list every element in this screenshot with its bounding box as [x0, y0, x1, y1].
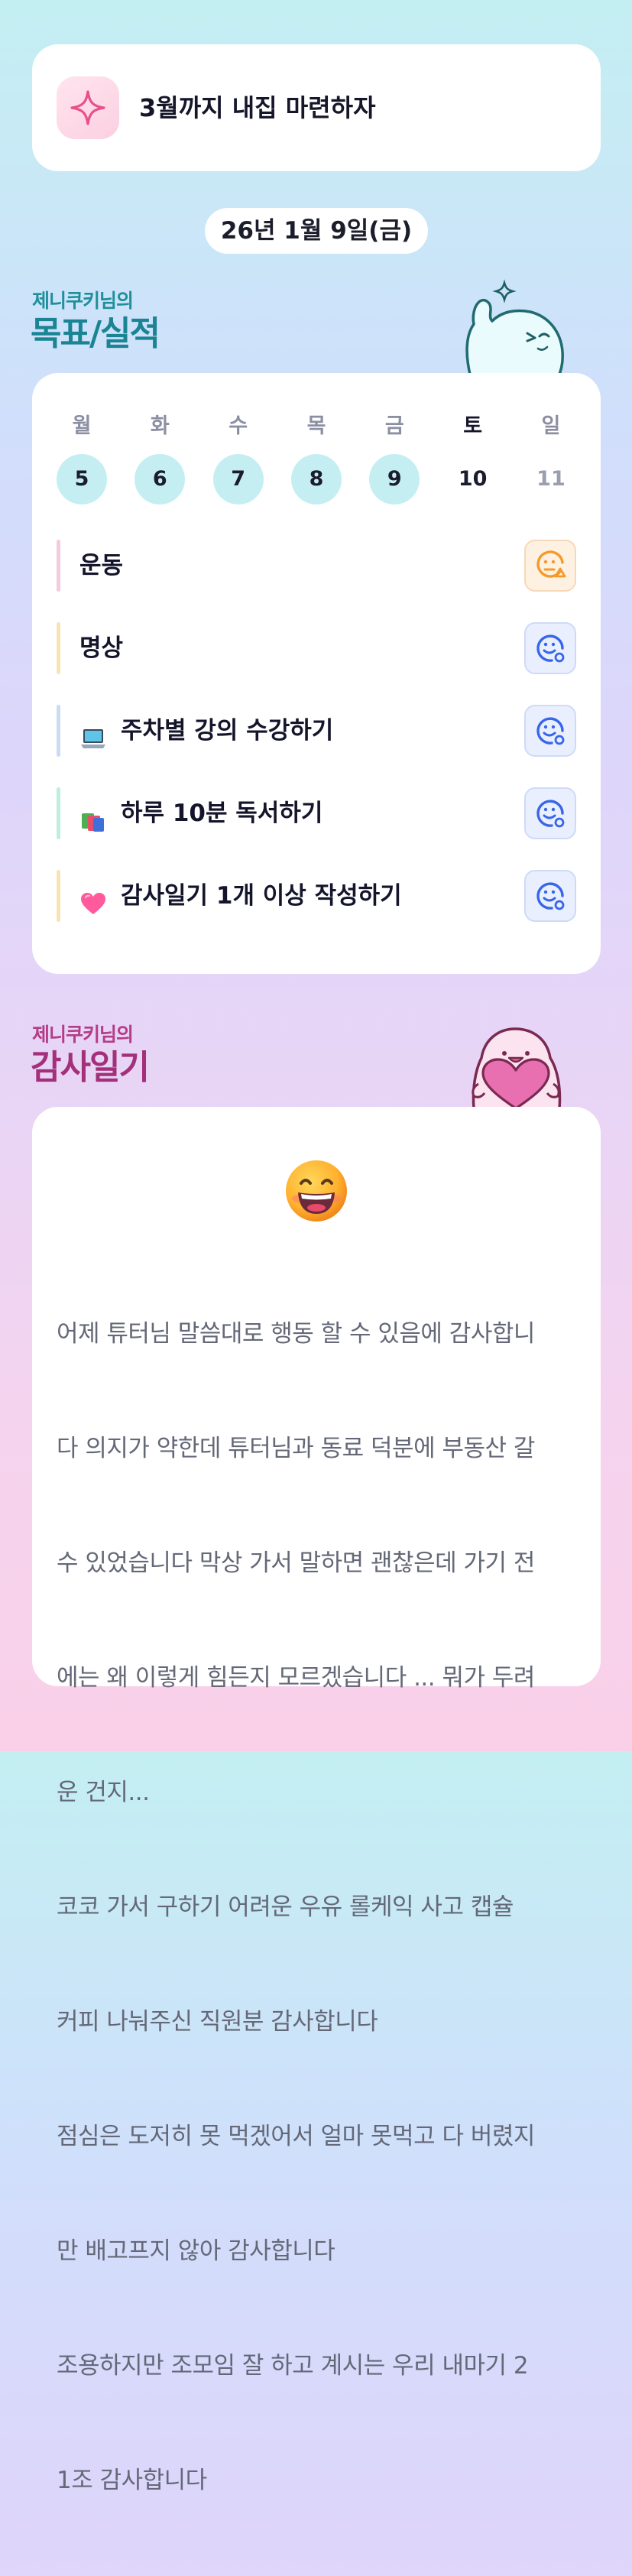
- grinning-face-icon: [286, 1160, 347, 1221]
- day-name: 수: [228, 414, 248, 438]
- goal-label: 명상: [79, 634, 124, 662]
- diary-line: 다 의지가 약한데 튜터님과 동료 덕분에 부동산 갈: [57, 1435, 535, 1462]
- day-name: 금: [384, 414, 404, 438]
- goal-row[interactable]: 주차별 강의 수강하기: [57, 705, 576, 757]
- goal-color-bar: [57, 622, 60, 674]
- goal-label: 하루 10분 독서하기: [79, 787, 322, 839]
- diary-line: 수 있었습니다 막상 가서 말하면 괜찮은데 가기 전: [57, 1549, 535, 1577]
- goal-text: 3월까지 내집 마련하자: [139, 93, 376, 122]
- day-name: 목: [306, 414, 326, 438]
- goal-color-bar: [57, 870, 60, 922]
- laptop-icon: [79, 718, 107, 748]
- date-selector[interactable]: 26년 1월 9일(금): [205, 208, 428, 254]
- goal-row[interactable]: 하루 10분 독서하기: [57, 787, 576, 839]
- diary-section-title: 감사일기: [31, 1048, 150, 1087]
- goals-card: 월 5 화 6 수 7 목 8 금 9 토 10 일 11 운동 명상 주차별 …: [32, 373, 601, 974]
- goal-color-bar: [57, 787, 60, 839]
- day-number: 11: [536, 467, 566, 491]
- diary-line: 점심은 도저히 못 먹겠어서 얼마 못먹고 다 버렸지: [57, 2123, 535, 2150]
- goal-label: 주차별 강의 수강하기: [79, 705, 333, 757]
- day-sat[interactable]: 토 10: [448, 411, 498, 504]
- diary-line: 운 건지...: [57, 1779, 150, 1806]
- warning-face-icon[interactable]: [524, 540, 576, 592]
- day-sun[interactable]: 일 11: [526, 411, 576, 504]
- day-number: 10: [458, 467, 488, 491]
- day-name: 일: [541, 414, 561, 438]
- day-thu[interactable]: 목 8: [290, 411, 342, 504]
- day-fri[interactable]: 금 9: [369, 411, 420, 504]
- day-number: 7: [212, 454, 264, 504]
- diary-card[interactable]: 어제 튜터님 말씀대로 행동 할 수 있음에 감사합니 다 의지가 약한데 튜터…: [32, 1107, 601, 2494]
- goal-label: 운동: [79, 552, 124, 579]
- day-tue[interactable]: 화 6: [135, 411, 186, 504]
- diary-text: 어제 튜터님 말씀대로 행동 할 수 있음에 감사합니 다 의지가 약한데 튜터…: [57, 1238, 579, 2576]
- day-number: 8: [290, 454, 342, 504]
- sparkle-icon: [57, 76, 119, 139]
- day-number: 9: [369, 454, 420, 504]
- heart-icon: [79, 883, 107, 914]
- goal-row[interactable]: 감사일기 1개 이상 작성하기: [57, 870, 576, 922]
- day-number: 5: [57, 454, 107, 504]
- goal-color-bar: [57, 540, 60, 592]
- smile-face-icon[interactable]: [524, 705, 576, 757]
- mascot-waving-icon: [465, 279, 564, 378]
- smile-face-icon[interactable]: [524, 787, 576, 839]
- day-mon[interactable]: 월 5: [57, 411, 107, 504]
- goal-row[interactable]: 운동: [57, 540, 576, 592]
- goals-section-title: 목표/실적: [31, 314, 160, 353]
- goal-label: 감사일기 1개 이상 작성하기: [79, 870, 402, 922]
- diary-line: 코코 가서 구하기 어려운 우유 롤케익 사고 캡슐: [57, 1893, 514, 1921]
- smile-face-icon[interactable]: [524, 870, 576, 922]
- goal-row[interactable]: 명상: [57, 622, 576, 674]
- diary-line: 조용하지만 조모임 잘 하고 계시는 우리 내마기 2: [57, 2352, 529, 2380]
- goal-card[interactable]: 3월까지 내집 마련하자: [32, 44, 601, 171]
- smile-face-icon[interactable]: [524, 622, 576, 674]
- day-wed[interactable]: 수 7: [212, 411, 264, 504]
- mascot-heart-icon: [472, 1027, 562, 1108]
- day-name: 월: [72, 414, 92, 438]
- diary-line: 어제 튜터님 말씀대로 행동 할 수 있음에 감사합니: [57, 1320, 535, 1348]
- day-name: 화: [150, 414, 170, 438]
- day-name: 토: [463, 414, 483, 438]
- diary-line: 1조 감사합니다: [57, 2467, 207, 2494]
- diary-line: 에는 왜 이렇게 힘든지 모르겠습니다 ... 뭐가 두려: [57, 1664, 535, 1692]
- books-icon: [79, 800, 107, 832]
- day-number: 6: [135, 454, 186, 504]
- week-strip: 월 5 화 6 수 7 목 8 금 9 토 10 일 11: [57, 411, 576, 504]
- goal-color-bar: [57, 705, 60, 757]
- diary-line: 커피 나눠주신 직원분 감사합니다: [57, 2008, 378, 2036]
- diary-line: 만 배고프지 않아 감사합니다: [57, 2237, 335, 2265]
